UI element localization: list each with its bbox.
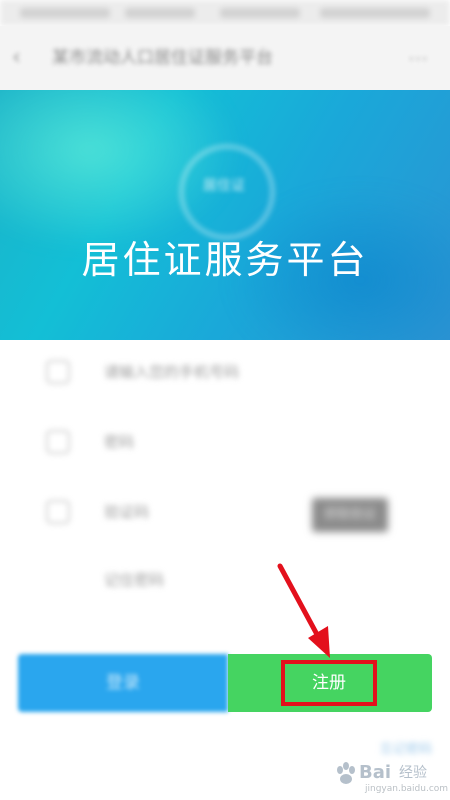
annotation-arrow-icon xyxy=(277,563,330,658)
lock-icon xyxy=(46,430,70,454)
phone-placeholder: 请输入您的手机号码 xyxy=(104,363,240,381)
watermark-suffix: 经验 xyxy=(399,765,427,781)
header-banner: 居住证 居住证服务平台 xyxy=(0,90,450,340)
get-code-button[interactable]: 获取验证 xyxy=(312,498,388,532)
remember-password-row[interactable]: 记住密码 xyxy=(40,560,410,600)
status-bar xyxy=(0,0,450,26)
password-field[interactable]: 密码 xyxy=(40,422,410,462)
forgot-password-link[interactable]: 忘记密码 xyxy=(322,738,432,758)
back-arrow-icon[interactable]: ‹ xyxy=(12,46,36,70)
top-navigation-bar: ‹ 某市流动人口居住证服务平台 ⋯ xyxy=(0,26,450,90)
code-placeholder: 验证码 xyxy=(104,503,150,521)
phone-field[interactable]: 请输入您的手机号码 xyxy=(40,352,410,392)
banner-title: 居住证服务平台 xyxy=(81,238,369,282)
logo-text: 居住证 xyxy=(203,178,245,194)
get-code-label: 获取验证 xyxy=(323,507,376,522)
watermark-brand: Bai xyxy=(359,762,392,783)
phone-icon xyxy=(46,360,70,384)
remember-password-label: 记住密码 xyxy=(104,571,165,589)
register-button[interactable]: 注册 xyxy=(228,654,432,712)
login-label: 登录 xyxy=(106,673,140,693)
page-title: 某市流动人口居住证服务平台 xyxy=(52,48,273,68)
more-icon[interactable]: ⋯ xyxy=(408,46,436,70)
watermark-domain: jingyan.baidu.com xyxy=(365,784,449,794)
login-button[interactable]: 登录 xyxy=(18,654,228,712)
paw-icon xyxy=(337,762,355,784)
password-placeholder: 密码 xyxy=(104,433,135,451)
baidu-watermark: Bai 经验 jingyan.baidu.com xyxy=(335,756,449,796)
shield-icon xyxy=(46,500,70,524)
register-label: 注册 xyxy=(281,660,377,706)
